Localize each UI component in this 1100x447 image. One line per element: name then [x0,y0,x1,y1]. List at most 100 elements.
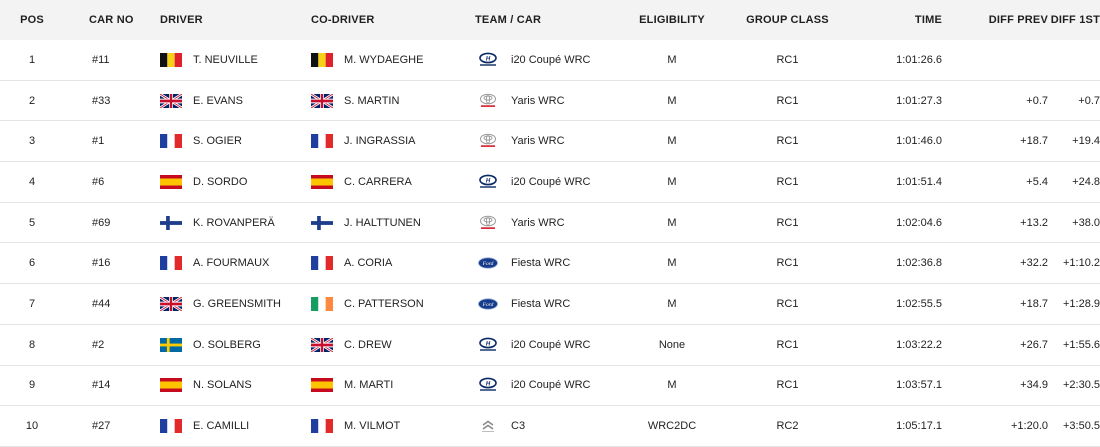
co-driver-cell[interactable]: A. CORIA [311,256,475,271]
diff-prev-cell: +26.7 [1020,338,1048,351]
co-driver-cell[interactable]: J. HALTTUNEN [311,215,475,230]
citroen-logo-icon [477,418,499,434]
car-model: i20 Coupé WRC [511,53,591,66]
diff-1st-cell: +19.4 [1072,135,1100,148]
co-driver-name[interactable]: J. HALTTUNEN [344,217,421,229]
co-driver-name[interactable]: J. INGRASSIA [344,135,416,147]
co-driver-cell[interactable]: C. CARRERA [311,174,475,189]
time-cell: 1:02:36.8 [896,257,942,270]
table-row[interactable]: 9 #14 N. SOLANS M. MARTI H i20 Coupé WRC… [0,366,1100,407]
driver-cell[interactable]: A. FOURMAUX [160,256,311,271]
header-eligibility[interactable]: ELIGIBILITY [621,14,723,26]
driver-name[interactable]: D. SORDO [193,176,247,188]
es-flag-icon [311,174,333,189]
pos-cell: 5 [28,216,36,229]
driver-cell[interactable]: E. EVANS [160,93,311,108]
header-car-no[interactable]: CAR NO [64,14,160,26]
table-row[interactable]: 8 #2 O. SOLBERG C. DREW H i20 Coupé WRC … [0,325,1100,366]
header-pos[interactable]: POS [0,14,64,26]
co-driver-name[interactable]: C. PATTERSON [344,298,424,310]
co-driver-cell[interactable]: C. DREW [311,337,475,352]
co-driver-cell[interactable]: S. MARTIN [311,93,475,108]
header-co-driver[interactable]: CO-DRIVER [311,14,475,26]
driver-name[interactable]: O. SOLBERG [193,339,261,351]
table-row[interactable]: 6 #16 A. FOURMAUX A. CORIA Ford Fiesta W… [0,243,1100,285]
gb-flag-icon [160,93,183,108]
team-car-cell: Yaris WRC [475,215,621,231]
table-header: POS CAR NO DRIVER CO-DRIVER TEAM / CAR E… [0,0,1100,40]
pos-cell: 4 [28,175,36,188]
table-row[interactable]: 4 #6 D. SORDO C. CARRERA H i20 Coupé WRC… [0,162,1100,203]
co-driver-name[interactable]: M. WYDAEGHE [344,54,423,66]
driver-name[interactable]: G. GREENSMITH [193,298,281,310]
group-class-cell: RC1 [776,257,799,270]
car-no-cell: #69 [92,216,111,229]
driver-name[interactable]: E. EVANS [193,95,243,107]
co-driver-cell[interactable]: M. WYDAEGHE [311,52,475,67]
header-group-class[interactable]: GROUP CLASS [723,14,852,26]
header-driver[interactable]: DRIVER [160,14,311,26]
diff-prev-cell: +18.7 [1020,135,1048,148]
table-row[interactable]: 7 #44 G. GREENSMITH C. PATTERSON Ford Fi… [0,284,1100,325]
table-row[interactable]: 1 #11 T. NEUVILLE M. WYDAEGHE H i20 Coup… [0,40,1100,81]
co-driver-cell[interactable]: J. INGRASSIA [311,134,475,149]
svg-text:Ford: Ford [482,261,494,267]
pos-cell: 2 [28,94,36,107]
co-driver-cell[interactable]: C. PATTERSON [311,296,475,311]
driver-name[interactable]: K. ROVANPERÄ [193,217,275,229]
eligibility-cell: M [667,216,677,229]
driver-cell[interactable]: O. SOLBERG [160,337,311,352]
diff-1st-cell: +1:28.9 [1062,297,1100,310]
be-flag-icon [311,52,333,67]
time-cell: 1:03:57.1 [896,379,942,392]
driver-cell[interactable]: K. ROVANPERÄ [160,215,311,230]
co-driver-name[interactable]: C. DREW [344,339,392,351]
time-cell: 1:05:17.1 [896,420,942,433]
co-driver-name[interactable]: C. CARRERA [344,176,412,188]
pos-cell: 9 [28,379,36,392]
table-row[interactable]: 3 #1 S. OGIER J. INGRASSIA Yaris WRC M R… [0,121,1100,163]
car-model: C3 [511,420,526,433]
table-row[interactable]: 5 #69 K. ROVANPERÄ J. HALTTUNEN Yaris WR… [0,203,1100,244]
car-no-cell: #1 [92,135,105,148]
header-team-car[interactable]: TEAM / CAR [475,14,621,26]
fr-flag-icon [311,256,333,271]
pos-cell: 10 [25,420,39,433]
driver-cell[interactable]: T. NEUVILLE [160,52,311,67]
co-driver-cell[interactable]: M. MARTI [311,378,475,393]
svg-text:H: H [486,56,491,62]
driver-name[interactable]: T. NEUVILLE [193,54,258,66]
svg-text:Ford: Ford [482,302,494,308]
table-row[interactable]: 10 #27 E. CAMILLI M. VILMOT C3 WRC2DC RC… [0,406,1100,447]
co-driver-name[interactable]: A. CORIA [344,257,392,269]
co-driver-name[interactable]: S. MARTIN [344,95,399,107]
driver-cell[interactable]: N. SOLANS [160,378,311,393]
car-no-cell: #14 [92,379,111,392]
co-driver-name[interactable]: M. VILMOT [344,420,400,432]
car-model: Yaris WRC [511,135,565,148]
driver-name[interactable]: N. SOLANS [193,379,252,391]
co-driver-cell[interactable]: M. VILMOT [311,419,475,434]
driver-cell[interactable]: D. SORDO [160,174,311,189]
driver-name[interactable]: E. CAMILLI [193,420,249,432]
header-diff-1st[interactable]: DIFF 1ST [1048,14,1100,26]
table-row[interactable]: 2 #33 E. EVANS S. MARTIN Yaris WRC M RC1… [0,81,1100,122]
hyundai-logo-icon: H [477,337,499,353]
group-class-cell: RC1 [776,135,799,148]
table-body: 1 #11 T. NEUVILLE M. WYDAEGHE H i20 Coup… [0,40,1100,447]
car-model: Fiesta WRC [511,257,571,270]
time-cell: 1:01:26.6 [896,53,942,66]
hyundai-logo-icon: H [477,52,499,68]
header-diff-prev[interactable]: DIFF PREV [942,14,1048,26]
driver-name[interactable]: S. OGIER [193,135,242,147]
co-driver-name[interactable]: M. MARTI [344,379,393,391]
time-cell: 1:02:04.6 [896,216,942,229]
header-time[interactable]: TIME [852,14,942,26]
gb-flag-icon [311,337,334,352]
driver-cell[interactable]: G. GREENSMITH [160,296,311,311]
group-class-cell: RC1 [776,297,799,310]
driver-cell[interactable]: S. OGIER [160,134,311,149]
driver-cell[interactable]: E. CAMILLI [160,419,311,434]
car-model: i20 Coupé WRC [511,338,591,351]
driver-name[interactable]: A. FOURMAUX [193,257,269,269]
